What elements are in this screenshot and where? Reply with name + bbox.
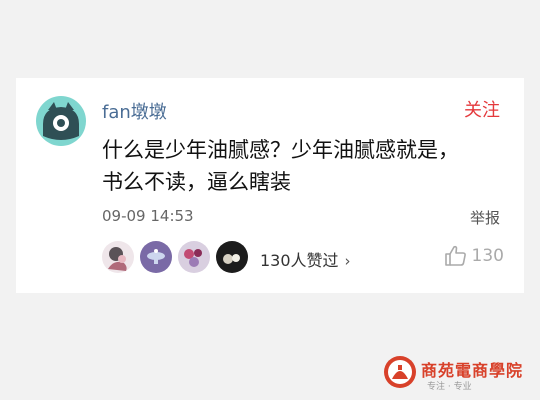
liker-avatars[interactable] [102, 241, 254, 273]
username[interactable]: fan墩墩 [102, 98, 167, 124]
watermark-subtitle: 专注 · 专业 [427, 382, 472, 392]
comment-card: fan墩墩 关注 什么是少年油腻感？少年油腻感就是， 书么不读，逼么瞎装 09-… [16, 78, 524, 293]
watermark-logo-icon [384, 356, 416, 388]
liker-avatar [140, 241, 172, 273]
likes-summary-text: 130人赞过 [260, 251, 339, 270]
comment-timestamp: 09-09 14:53 [102, 207, 194, 225]
liker-avatar [216, 241, 248, 273]
thumbs-up-icon [444, 245, 466, 266]
like-count: 130 [471, 246, 504, 266]
chevron-right-icon: › [344, 252, 351, 270]
watermark: 商苑電商學院 专注 · 专业 [383, 355, 538, 395]
like-button[interactable]: 130 [444, 244, 504, 268]
watermark-title: 商苑電商學院 [421, 361, 524, 380]
follow-button[interactable]: 关注 [464, 96, 500, 122]
liker-avatar [102, 241, 134, 273]
user-avatar[interactable] [36, 96, 86, 146]
liker-avatar [178, 241, 210, 273]
likes-summary-link[interactable]: 130人赞过 › [260, 247, 351, 271]
report-button[interactable]: 举报 [470, 207, 500, 228]
comment-text: 什么是少年油腻感？少年油腻感就是， 书么不读，逼么瞎装 [102, 138, 459, 194]
